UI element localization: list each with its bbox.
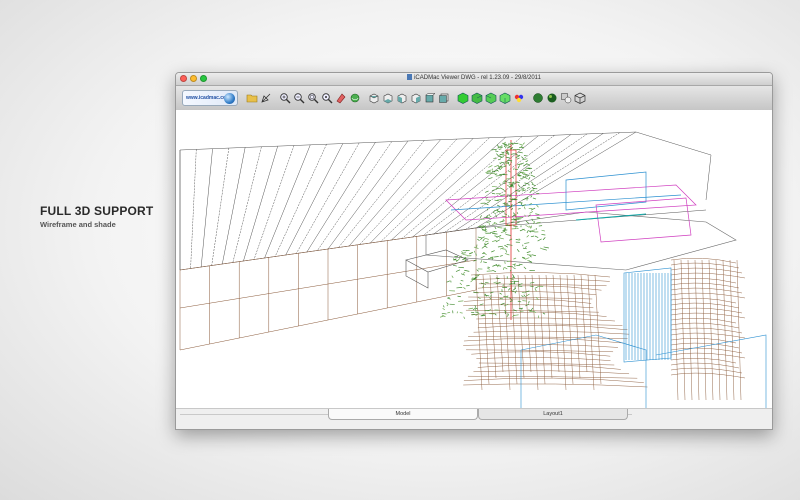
tab-layout1[interactable]: Layout1 [478,409,628,420]
promo-text: FULL 3D SUPPORT Wireframe and shade [40,204,153,229]
zoom-out-icon[interactable] [292,92,305,105]
pan-icon[interactable] [334,92,347,105]
window-title-text: iCADMac Viewer DWG - rel 1.23.09 - 29/8/… [414,75,541,81]
iso-sw-icon[interactable] [456,92,469,105]
tab-model[interactable]: Model [328,409,478,420]
view-back-icon[interactable] [437,92,450,105]
promo-headline: FULL 3D SUPPORT [40,204,154,218]
view-bottom-icon[interactable] [381,92,394,105]
zoom-in-icon[interactable] [278,92,291,105]
globe-icon [224,93,235,104]
view-top-icon[interactable] [367,92,380,105]
title-bar[interactable]: iCADMac Viewer DWG - rel 1.23.09 - 29/8/… [176,73,772,86]
3d-wireframe-model[interactable] [176,110,772,408]
drawing-canvas[interactable] [176,110,772,408]
view-left-icon[interactable] [395,92,408,105]
iso-se-icon[interactable] [470,92,483,105]
toolbar: www.icadmac.com [176,86,772,111]
orbit-icon[interactable] [348,92,361,105]
promo-subline: Wireframe and shade [40,220,116,229]
view-front-icon[interactable] [423,92,436,105]
document-icon [407,74,413,80]
layers-icon[interactable] [512,92,525,105]
wireframe-icon[interactable] [531,92,544,105]
layout-tab-bar: Model Layout1 [176,408,772,429]
select-icon[interactable] [259,92,272,105]
render-icon[interactable] [559,92,572,105]
zoom-window-icon[interactable] [306,92,319,105]
zoom-extents-icon[interactable] [320,92,333,105]
iso-nw-icon[interactable] [498,92,511,105]
iso-ne-icon[interactable] [484,92,497,105]
view-right-icon[interactable] [409,92,422,105]
icadmac-logo[interactable]: www.icadmac.com [182,90,238,106]
shade-icon[interactable] [545,92,558,105]
open-icon[interactable] [245,92,258,105]
window-title: iCADMac Viewer DWG - rel 1.23.09 - 29/8/… [176,74,772,81]
cube-icon[interactable] [573,92,586,105]
app-window: iCADMac Viewer DWG - rel 1.23.09 - 29/8/… [175,72,773,430]
